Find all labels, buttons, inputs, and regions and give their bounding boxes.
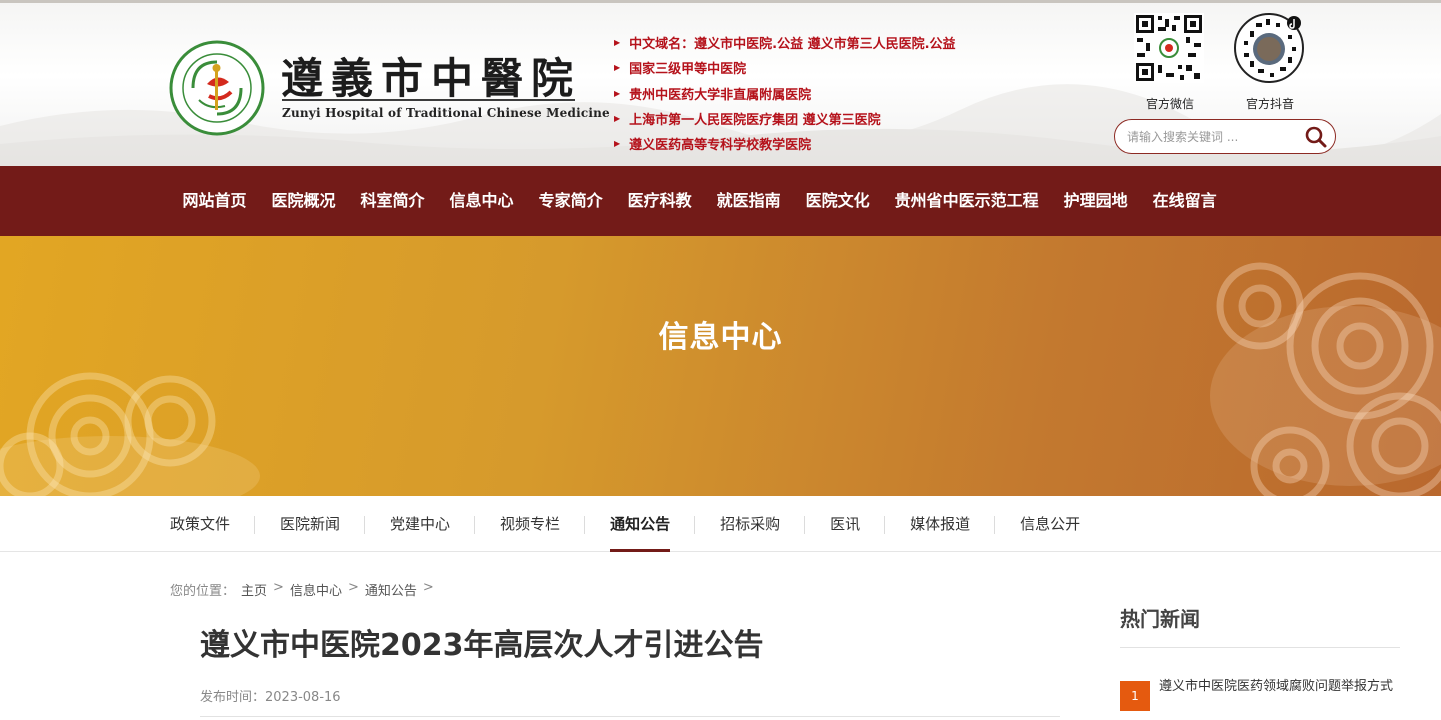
nav-item-hospital-culture[interactable]: 医院文化: [793, 166, 882, 236]
breadcrumb-separator: >: [273, 580, 284, 595]
triangle-bullet-icon: ▶: [614, 38, 621, 48]
hospital-name-logo[interactable]: 遵義市中醫院: [281, 45, 581, 106]
banner-title: 信息中心: [658, 320, 783, 355]
section-banner: 信息中心: [0, 236, 1441, 496]
credential-item: ▶ 上海市第一人民医院医疗集团 遵义第三医院: [614, 113, 881, 129]
hospital-emblem-icon[interactable]: [169, 40, 265, 136]
nav-item-departments[interactable]: 科室简介: [348, 166, 437, 236]
tab-video-column[interactable]: 视频专栏: [475, 496, 586, 552]
credential-item: ▶ 贵州中医药大学非直属附属医院: [614, 87, 812, 103]
breadcrumb-separator: >: [422, 580, 434, 595]
tab-information-disclosure[interactable]: 信息公开: [995, 496, 1105, 552]
nav-item-tcm-demonstration[interactable]: 贵州省中医示范工程: [882, 166, 1051, 236]
hot-news-divider: [1120, 647, 1400, 648]
hot-news-item[interactable]: 1 遵义市中医院医药领域腐败问题举报方式: [1120, 677, 1400, 711]
wechat-qr-label: 官方微信: [1145, 97, 1194, 111]
triangle-bullet-icon: ▶: [614, 63, 621, 73]
hot-news-link[interactable]: 遵义市中医院医药领域腐败问题举报方式: [1159, 677, 1393, 711]
breadcrumb-home-link[interactable]: 主页: [241, 580, 267, 599]
triangle-bullet-icon: ▶: [614, 88, 621, 98]
breadcrumb-separator: >: [347, 580, 359, 595]
publish-date: 发布时间：2023-08-16: [200, 690, 341, 705]
triangle-bullet-icon: ▶: [614, 114, 621, 124]
tab-policy-documents[interactable]: 政策文件: [170, 496, 256, 552]
tab-party-building[interactable]: 党建中心: [365, 496, 476, 552]
hot-news-rank-badge: 1: [1120, 681, 1150, 711]
nav-item-information-center[interactable]: 信息中心: [437, 166, 526, 236]
hospital-english-name: Zunyi Hospital of Traditional Chinese Me…: [282, 106, 610, 120]
douyin-qr-code-icon: [1234, 13, 1304, 83]
site-header: 遵義市中醫院 Zunyi Hospital of Traditional Chi…: [0, 0, 1441, 166]
nav-item-home[interactable]: 网站首页: [170, 166, 259, 236]
article-divider: [200, 716, 1060, 717]
nav-item-medical-education[interactable]: 医疗科教: [615, 166, 704, 236]
tab-notices[interactable]: 通知公告: [585, 496, 696, 552]
search-icon[interactable]: [1304, 125, 1328, 149]
article-title: 遵义市中医院2023年高层次人才引进公告: [200, 628, 764, 663]
auspicious-cloud-pattern: [0, 262, 1441, 496]
nav-item-experts[interactable]: 专家简介: [526, 166, 615, 236]
tab-tender-procurement[interactable]: 招标采购: [695, 496, 806, 552]
wechat-qr-code-icon: [1134, 13, 1204, 83]
credential-item: ▶ 遵义医药高等专科学校教学医院: [614, 138, 812, 154]
active-tab-underline: [610, 549, 671, 552]
nav-item-patient-guide[interactable]: 就医指南: [704, 166, 793, 236]
nav-item-nursing[interactable]: 护理园地: [1051, 166, 1140, 236]
hospital-credentials-list: ▶ 中文域名：遵义市中医院.公益 遵义市第三人民医院.公益 ▶ 国家三级甲等中医院 …: [614, 30, 956, 156]
douyin-qr-label: 官方抖音: [1245, 97, 1294, 111]
nav-item-online-message[interactable]: 在线留言: [1140, 166, 1229, 236]
tab-hospital-news[interactable]: 医院新闻: [255, 496, 366, 552]
search-box: [1114, 119, 1336, 154]
breadcrumb-label: 您的位置：: [170, 584, 236, 599]
breadcrumb: 您的位置： 主页 > 信息中心 > 通知公告 >: [170, 580, 434, 599]
triangle-bullet-icon: ▶: [614, 139, 621, 149]
breadcrumb-information-center-link[interactable]: 信息中心: [290, 580, 342, 599]
tab-medical-news[interactable]: 医讯: [805, 496, 886, 552]
search-input[interactable]: [1127, 126, 1297, 148]
nav-item-hospital-overview[interactable]: 医院概况: [259, 166, 348, 236]
credential-item: ▶ 中文域名：遵义市中医院.公益 遵义市第三人民医院.公益: [614, 37, 956, 53]
logo-divider: [282, 99, 575, 101]
breadcrumb-notices-link[interactable]: 通知公告: [365, 580, 417, 599]
hot-news-heading: 热门新闻: [1120, 607, 1200, 631]
main-navigation: 网站首页 医院概况 科室简介 信息中心 专家简介 医疗科教 就医指南 医院文化 …: [0, 166, 1441, 236]
category-tabs: 政策文件 医院新闻 党建中心 视频专栏 通知公告 招标采购 医讯 媒体报道 信息…: [0, 496, 1441, 552]
tab-media-reports[interactable]: 媒体报道: [885, 496, 996, 552]
credential-item: ▶ 国家三级甲等中医院: [614, 62, 747, 78]
